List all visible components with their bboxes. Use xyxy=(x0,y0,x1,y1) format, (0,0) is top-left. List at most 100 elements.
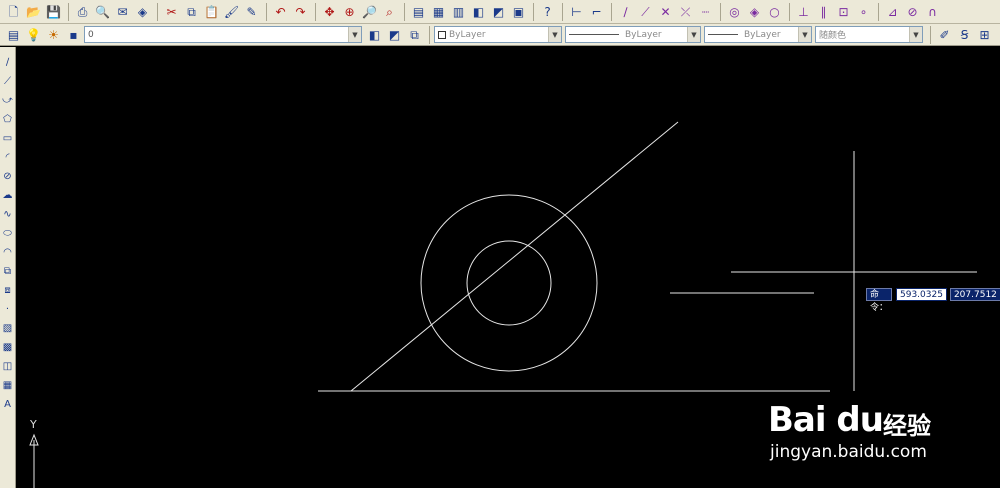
design-center-icon[interactable]: ▦ xyxy=(429,2,448,21)
rectangle-icon[interactable]: ▭ xyxy=(0,131,15,146)
snap-nearest-icon[interactable]: ⊿ xyxy=(883,2,902,21)
multiline-text-icon[interactable]: A xyxy=(0,397,15,412)
layer-state-icon[interactable]: 💡 xyxy=(24,25,43,44)
layer-value: 0 xyxy=(88,29,94,40)
revision-cloud-icon[interactable]: ☁ xyxy=(0,188,15,203)
chevron-down-icon[interactable]: ▼ xyxy=(348,27,361,42)
chevron-down-icon[interactable]: ▼ xyxy=(798,27,811,42)
ellipse-arc-icon[interactable]: ◠ xyxy=(0,245,15,260)
x-coordinate-input[interactable]: 593.0325 xyxy=(896,288,947,301)
lineweight-dropdown[interactable]: ByLayer ▼ xyxy=(704,26,812,43)
plotstyle-dropdown[interactable]: 随颜色 ▼ xyxy=(815,26,923,43)
toolbar-separator xyxy=(404,2,405,21)
watermark-cn: 经验 xyxy=(883,412,931,440)
region-icon[interactable]: ◫ xyxy=(0,359,15,374)
table-style-icon[interactable]: ⊞ xyxy=(975,25,994,44)
sheet-set-icon[interactable]: ◧ xyxy=(469,2,488,21)
snap-midpoint-icon[interactable]: ⟋ xyxy=(636,2,655,21)
snap-insert-icon[interactable]: ⊡ xyxy=(834,2,853,21)
zoom-realtime-icon[interactable]: ⊕ xyxy=(340,2,359,21)
toolbar-separator xyxy=(789,2,790,21)
dynamic-input-tooltip: 命令： 593.0325 207.7512 xyxy=(866,288,1000,313)
chevron-down-icon[interactable]: ▼ xyxy=(687,27,700,42)
tool-palettes-icon[interactable]: ▥ xyxy=(449,2,468,21)
layer-manager-icon[interactable]: ▤ xyxy=(4,25,23,44)
toolbar-separator xyxy=(878,2,879,21)
table-icon[interactable]: ▦ xyxy=(0,378,15,393)
gradient-icon[interactable]: ▩ xyxy=(0,340,15,355)
insert-block-icon[interactable]: ⧉ xyxy=(0,264,15,279)
layer-freeze-icon[interactable]: ☀ xyxy=(44,25,63,44)
paste-icon[interactable]: 📋 xyxy=(202,2,221,21)
dim-linear-icon[interactable]: ⊢ xyxy=(567,2,586,21)
snap-endpoint-icon[interactable]: ∕ xyxy=(616,2,635,21)
help-icon[interactable]: ? xyxy=(538,2,557,21)
snap-parallel-icon[interactable]: ∥ xyxy=(814,2,833,21)
snap-intersection-icon[interactable]: ✕ xyxy=(656,2,675,21)
outer-circle[interactable] xyxy=(420,194,598,372)
snap-node-icon[interactable]: ∘ xyxy=(854,2,873,21)
zoom-previous-icon[interactable]: ⌕ xyxy=(380,2,399,21)
redo-icon[interactable]: ↷ xyxy=(291,2,310,21)
spline-icon[interactable]: ∿ xyxy=(0,207,15,222)
new-icon[interactable]: 🗋 xyxy=(4,2,23,21)
color-value: ByLayer xyxy=(449,29,486,40)
snap-extension-icon[interactable]: ┈ xyxy=(696,2,715,21)
layer-isolate-icon[interactable]: ⧉ xyxy=(405,25,424,44)
publish-icon[interactable]: ✉ xyxy=(113,2,132,21)
zoom-window-icon[interactable]: 🔎 xyxy=(360,2,379,21)
line-icon[interactable]: ∕ xyxy=(0,55,15,70)
make-current-layer-icon[interactable]: ◧ xyxy=(365,25,384,44)
linetype-dropdown[interactable]: ByLayer ▼ xyxy=(565,26,701,43)
ucs-y-label: Y xyxy=(30,418,37,431)
open-icon[interactable]: 📂 xyxy=(24,2,43,21)
markup-icon[interactable]: ◩ xyxy=(489,2,508,21)
dimension-style-icon[interactable]: ✐ xyxy=(935,25,954,44)
linetype-preview xyxy=(569,34,619,35)
snap-apparent-icon[interactable]: ⤫ xyxy=(676,2,695,21)
snap-perpendicular-icon[interactable]: ⊥ xyxy=(794,2,813,21)
point-icon[interactable]: · xyxy=(0,302,15,317)
layer-dropdown[interactable]: 0 ▼ xyxy=(84,26,362,43)
polyline-icon[interactable]: ⤻ xyxy=(0,93,15,108)
chevron-down-icon[interactable]: ▼ xyxy=(548,27,561,42)
circle-icon[interactable]: ⊘ xyxy=(0,169,15,184)
snap-tangent-icon[interactable]: ○ xyxy=(765,2,784,21)
plot-icon[interactable]: ⎙ xyxy=(73,2,92,21)
pan-icon[interactable]: ✥ xyxy=(320,2,339,21)
layer-previous-icon[interactable]: ◩ xyxy=(385,25,404,44)
toolbar-separator xyxy=(68,2,69,21)
multileader-icon[interactable]: ⊕ xyxy=(995,25,1000,44)
snap-none-icon[interactable]: ⊘ xyxy=(903,2,922,21)
ellipse-icon[interactable]: ⬭ xyxy=(0,226,15,241)
hatch-icon[interactable]: ▧ xyxy=(0,321,15,336)
3d-dwf-icon[interactable]: ◈ xyxy=(133,2,152,21)
arc-icon[interactable]: ◜ xyxy=(0,150,15,165)
construction-line-icon[interactable]: ⟋ xyxy=(0,74,15,89)
diagonal-line[interactable] xyxy=(350,121,679,392)
make-block-icon[interactable]: ⧈ xyxy=(0,283,15,298)
dim-aligned-icon[interactable]: ⌐ xyxy=(587,2,606,21)
plot-preview-icon[interactable]: 🔍 xyxy=(93,2,112,21)
properties-icon[interactable]: ▤ xyxy=(409,2,428,21)
y-coordinate-input[interactable]: 207.7512 xyxy=(949,288,1000,301)
undo-icon[interactable]: ↶ xyxy=(271,2,290,21)
snap-quadrant-icon[interactable]: ◈ xyxy=(745,2,764,21)
layer-lock-icon[interactable]: ▪ xyxy=(64,25,83,44)
toolbar-separator xyxy=(266,2,267,21)
calculator-icon[interactable]: ▣ xyxy=(509,2,528,21)
inner-circle[interactable] xyxy=(466,240,552,326)
snap-center-icon[interactable]: ◎ xyxy=(725,2,744,21)
save-icon[interactable]: 💾 xyxy=(44,2,63,21)
block-editor-icon[interactable]: ✎ xyxy=(242,2,261,21)
copy-icon[interactable]: ⧉ xyxy=(182,2,201,21)
polygon-icon[interactable]: ⬠ xyxy=(0,112,15,127)
match-properties-icon[interactable]: 🖌 xyxy=(222,2,241,21)
layers-properties-toolbar: ▤ 💡 ☀ ▪ 0 ▼ ◧ ◩ ⧉ ByLayer ▼ ByLayer ▼ By… xyxy=(0,24,1000,46)
cut-icon[interactable]: ✂ xyxy=(162,2,181,21)
snap-settings-icon[interactable]: ∩ xyxy=(923,2,942,21)
text-style-icon[interactable]: Ꞩ xyxy=(955,25,974,44)
color-dropdown[interactable]: ByLayer ▼ xyxy=(434,26,562,43)
chevron-down-icon[interactable]: ▼ xyxy=(909,27,922,42)
toolbar-separator xyxy=(429,25,430,44)
